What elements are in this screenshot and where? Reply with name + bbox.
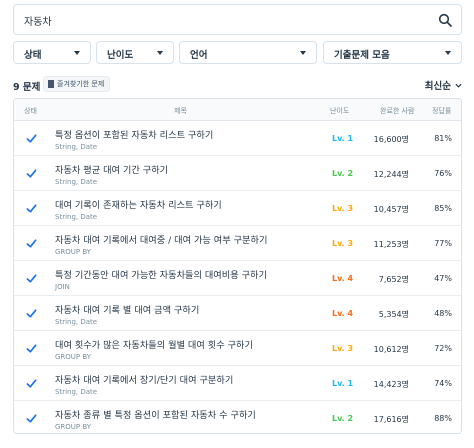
header-title: 제목 [174,107,187,115]
solved-count: 11,253명 [373,240,409,249]
check-icon [26,344,37,353]
chevron-down-icon [74,51,80,55]
accuracy-rate: 74% [434,379,452,388]
table-row[interactable]: 특정 기간동안 대여 가능한 자동차들의 대여비용 구하기 JOIN Lv. 4 7,… [14,261,461,296]
accuracy-rate: 72% [434,344,452,353]
problem-title-link[interactable]: 자동차 평균 대여 기간 구하기 [55,162,168,176]
header-status: 상태 [24,107,37,115]
problem-level: Lv. 4 [332,309,354,318]
table-row[interactable]: 자동차 종류 별 특정 옵션이 포함된 자동차 수 구하기 GROUP BY Lv.… [14,401,461,433]
check-icon [26,204,37,213]
check-icon [26,169,37,178]
problem-tags: String, Date [55,143,98,151]
table-row[interactable]: 자동차 평균 대여 기간 구하기 String, Date Lv. 2 12,244명… [14,156,461,191]
chevron-down-icon [300,51,306,55]
solved-count: 5,354명 [378,310,409,319]
problem-level: Lv. 1 [332,134,354,143]
check-icon [26,134,37,143]
check-icon [26,239,37,248]
solved-count: 14,423명 [373,380,409,389]
problem-tags: String, Date [55,213,98,221]
problem-level: Lv. 3 [332,204,354,213]
table-header: 상태 제목 난이도 완료한 사람 정답률 [14,99,461,121]
table-row[interactable]: 자동차 대여 기록에서 장기/단기 대여 구분하기 String, Date Lv.… [14,366,461,401]
problem-tags: GROUP BY [55,353,92,361]
sort-dropdown[interactable]: 최신순 [425,78,462,92]
header-rate: 정답률 [432,107,452,115]
solved-count: 7,652명 [378,275,409,284]
search-bar[interactable] [13,4,462,35]
search-icon[interactable] [438,13,452,27]
sort-label: 최신순 [424,81,451,92]
solved-count: 10,457명 [373,205,409,214]
check-icon [26,309,37,318]
accuracy-rate: 81% [434,134,452,143]
solved-count: 16,600명 [373,135,409,144]
problem-title-link[interactable]: 자동차 대여 기록에서 대여중 / 대여 가능 여부 구분하기 [55,232,267,246]
filter-status-label: 상태 [24,50,42,61]
bookmark-filter-button[interactable]: 즐겨찾기한 문제 [43,76,111,92]
problem-tags: GROUP BY [55,423,92,431]
problem-title-link[interactable]: 자동차 대여 기록에서 장기/단기 대여 구분하기 [55,372,233,386]
problem-level: Lv. 2 [332,414,354,423]
problem-level: Lv. 2 [332,169,354,178]
problem-tags: JOIN [55,283,70,291]
problem-tags: String, Date [55,318,98,326]
table-row[interactable]: 자동차 대여 기록에서 대여중 / 대여 가능 여부 구분하기 GROUP BY L… [14,226,461,261]
bookmark-icon [48,80,54,88]
problem-title-link[interactable]: 대여 기록이 존재하는 자동차 리스트 구하기 [55,197,222,211]
accuracy-rate: 88% [434,414,452,423]
filter-level[interactable]: 난이도 [96,41,174,64]
accuracy-rate: 76% [434,169,452,178]
chevron-down-icon [157,51,163,55]
bookmark-filter-label: 즐겨찾기한 문제 [57,80,105,88]
check-icon [26,414,37,423]
filter-status[interactable]: 상태 [13,41,91,64]
accuracy-rate: 48% [434,309,452,318]
problem-level: Lv. 3 [332,239,354,248]
accuracy-rate: 47% [434,274,452,283]
filter-language[interactable]: 언어 [179,41,317,64]
chevron-down-icon [445,51,451,55]
filter-collection[interactable]: 기출문제 모음 [323,41,462,64]
solved-count: 17,616명 [373,415,409,424]
table-row[interactable]: 대여 횟수가 많은 자동차들의 월별 대여 횟수 구하기 GROUP BY Lv. … [14,331,461,366]
problem-title-link[interactable]: 자동차 대여 기록 별 대여 금액 구하기 [55,302,199,316]
problem-level: Lv. 3 [332,344,354,353]
solved-count: 10,612명 [373,345,409,354]
header-level: 난이도 [330,107,350,115]
problem-level: Lv. 4 [332,274,354,283]
accuracy-rate: 77% [434,239,452,248]
problem-table: 상태 제목 난이도 완료한 사람 정답률 특정 옵션이 포함된 자동차 리스트 … [13,98,462,434]
problem-title-link[interactable]: 자동차 종류 별 특정 옵션이 포함된 자동차 수 구하기 [55,407,256,421]
table-row[interactable]: 특정 옵션이 포함된 자동차 리스트 구하기 String, Date Lv. 1 1… [14,121,461,156]
problem-tags: GROUP BY [55,248,92,256]
table-row[interactable]: 자동차 대여 기록 별 대여 금액 구하기 String, Date Lv. 4 5,… [14,296,461,331]
check-icon [26,379,37,388]
problem-level: Lv. 1 [332,379,354,388]
problem-count: 9 문제 [13,82,41,93]
problem-title-link[interactable]: 특정 기간동안 대여 가능한 자동차들의 대여비용 구하기 [55,267,267,281]
problem-tags: String, Date [55,388,98,396]
filter-level-label: 난이도 [107,50,134,61]
accuracy-rate: 85% [434,204,452,213]
solved-count: 12,244명 [373,170,409,179]
problem-title-link[interactable]: 대여 횟수가 많은 자동차들의 월별 대여 횟수 구하기 [55,337,253,351]
table-row[interactable]: 대여 기록이 존재하는 자동차 리스트 구하기 String, Date Lv. 3… [14,191,461,226]
check-icon [26,274,37,283]
filter-collection-label: 기출문제 모음 [334,50,390,61]
problem-tags: String, Date [55,178,98,186]
search-input[interactable] [24,12,404,28]
filter-language-label: 언어 [190,50,208,61]
problem-title-link[interactable]: 특정 옵션이 포함된 자동차 리스트 구하기 [55,127,213,141]
header-solved: 완료한 사람 [380,107,415,115]
chevron-down-icon [455,83,462,88]
